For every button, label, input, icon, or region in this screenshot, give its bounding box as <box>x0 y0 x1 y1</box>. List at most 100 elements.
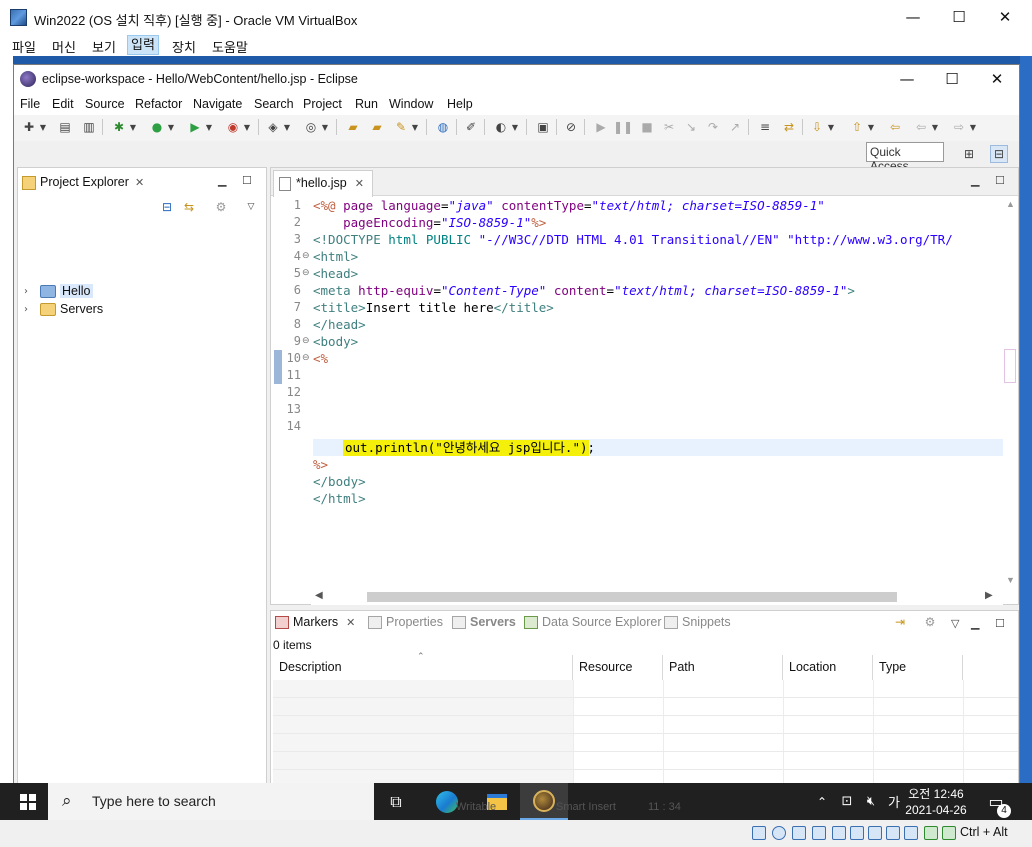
tab-snippets[interactable]: Snippets <box>664 615 731 629</box>
forward-dropdown-icon[interactable]: ▼ <box>968 118 978 136</box>
tab-properties[interactable]: Properties <box>368 615 443 629</box>
optical-drive-icon[interactable] <box>772 826 786 840</box>
vbox-menu-devices[interactable]: 장치 <box>172 37 196 56</box>
maximize-icon[interactable]: ☐ <box>936 0 982 34</box>
tab-servers[interactable]: Servers <box>452 615 516 629</box>
tree-item-servers[interactable]: › Servers <box>24 300 103 318</box>
task-view-icon[interactable]: ⧉ <box>378 783 414 820</box>
new-java-project-dropdown-icon[interactable]: ▼ <box>282 118 292 136</box>
tab-markers[interactable]: Markers ✕ <box>275 615 355 629</box>
last-edit-icon[interactable]: ⇦ <box>886 118 904 136</box>
recording-icon[interactable] <box>886 826 900 840</box>
filter-icon[interactable]: ⚙ <box>212 198 230 216</box>
menu-help[interactable]: Help <box>447 97 473 111</box>
previous-annotation-icon[interactable]: ⇧ <box>848 118 866 136</box>
minimize-editor-icon[interactable]: ▁ <box>971 174 979 187</box>
hard-disk-icon[interactable] <box>752 826 766 840</box>
server-status-dropdown-icon[interactable]: ▼ <box>510 118 520 136</box>
new-icon[interactable]: ✚ <box>20 118 38 136</box>
scroll-up-icon[interactable]: ▲ <box>1006 199 1015 209</box>
menu-source[interactable]: Source <box>85 97 125 111</box>
close-icon[interactable]: ✕ <box>135 177 144 189</box>
close-icon[interactable]: ✕ <box>346 617 355 629</box>
menu-file[interactable]: File <box>20 97 40 111</box>
console-icon[interactable]: ▣ <box>534 118 552 136</box>
next-annotation-icon[interactable]: ⇩ <box>808 118 826 136</box>
maximize-editor-icon[interactable]: ☐ <box>995 174 1005 187</box>
globe-icon[interactable]: ◍ <box>434 118 452 136</box>
vbox-menu-view[interactable]: 보기 <box>92 37 116 56</box>
debug-dropdown-icon[interactable]: ▼ <box>128 118 138 136</box>
tab-project-explorer[interactable]: Project Explorer ✕ <box>18 170 150 196</box>
filter-icon[interactable]: ⚙ <box>921 613 939 631</box>
new-class-dropdown-icon[interactable]: ▼ <box>320 118 330 136</box>
run-server-dropdown-icon[interactable]: ▼ <box>204 118 214 136</box>
vertical-scrollbar[interactable]: ▲ ▼ <box>1003 197 1017 589</box>
horizontal-scrollbar[interactable]: ◀ ▶ <box>311 589 1003 605</box>
minimize-view-icon[interactable]: ▁ <box>218 174 226 187</box>
fold-icon[interactable]: ⊖ <box>302 353 310 363</box>
code-area[interactable]: <%@ page language="java" contentType="te… <box>313 197 1003 589</box>
collapse-all-icon[interactable]: ⊟ <box>158 198 176 216</box>
close-icon[interactable]: ✕ <box>355 178 364 190</box>
run-dropdown-icon[interactable]: ▼ <box>166 118 176 136</box>
run-server-icon[interactable]: ▶ <box>186 118 204 136</box>
tab-hello-jsp[interactable]: *hello.jsp ✕ <box>273 170 373 197</box>
menu-edit[interactable]: Edit <box>52 97 74 111</box>
disconnect-icon[interactable]: ✂ <box>660 118 678 136</box>
maximize-view-icon[interactable]: ☐ <box>995 617 1005 630</box>
scrollbar-thumb[interactable] <box>367 592 897 602</box>
step-over-icon[interactable]: ↷ <box>704 118 722 136</box>
scroll-right-icon[interactable]: ▶ <box>985 590 993 601</box>
maximize-view-icon[interactable]: ☐ <box>242 174 252 187</box>
minimize-view-icon[interactable]: ▁ <box>971 617 979 630</box>
scrollbar-thumb[interactable] <box>1004 349 1016 383</box>
forward-icon[interactable]: ⇨ <box>950 118 968 136</box>
save-icon[interactable]: ▤ <box>56 118 74 136</box>
annotation-icon[interactable]: ✐ <box>462 118 480 136</box>
start-button[interactable] <box>8 783 48 820</box>
mark-occurrences-icon[interactable]: ⇄ <box>780 118 798 136</box>
taskbar-clock[interactable]: 오전 12:46 2021-04-26 <box>900 786 972 818</box>
external-tools-icon[interactable]: ◉ <box>224 118 242 136</box>
fold-icon[interactable]: ⊖ <box>302 336 310 346</box>
new-class-icon[interactable]: ◎ <box>302 118 320 136</box>
menu-navigate[interactable]: Navigate <box>193 97 242 111</box>
quick-access-field[interactable]: Quick Access <box>866 142 944 173</box>
vbox-menu-help[interactable]: 도움말 <box>212 37 248 56</box>
link-editor-icon[interactable]: ⇆ <box>180 198 198 216</box>
new-dropdown-icon[interactable]: ▼ <box>38 118 48 136</box>
network-adapter-icon[interactable] <box>812 826 826 840</box>
menu-project[interactable]: Project <box>303 97 342 111</box>
eclipse-minimize-icon[interactable]: — <box>884 65 930 93</box>
terminate-icon[interactable]: ■ <box>638 118 656 136</box>
step-return-icon[interactable]: ↗ <box>726 118 744 136</box>
menu-window[interactable]: Window <box>389 97 433 111</box>
chevron-up-icon[interactable]: ⌃ <box>812 783 832 820</box>
chevron-right-icon[interactable]: › <box>24 304 36 315</box>
display-icon[interactable] <box>868 826 882 840</box>
focus-icon[interactable]: ⇥ <box>891 613 909 631</box>
eclipse-close-icon[interactable]: ✕ <box>974 65 1020 93</box>
step-into-icon[interactable]: ↘ <box>682 118 700 136</box>
vbox-menu-input[interactable]: 입력 <box>127 35 159 55</box>
column-resource[interactable]: Resource <box>573 655 663 680</box>
audio-icon[interactable] <box>792 826 806 840</box>
usb-icon[interactable] <box>832 826 846 840</box>
cpu-icon[interactable] <box>924 826 938 840</box>
tab-data-source-explorer[interactable]: Data Source Explorer <box>524 615 662 629</box>
network-icon[interactable]: ⊡ <box>836 783 858 820</box>
virtualization-icon[interactable] <box>904 826 918 840</box>
menu-refactor[interactable]: Refactor <box>135 97 182 111</box>
next-annotation-dropdown-icon[interactable]: ▼ <box>826 118 836 136</box>
menu-run[interactable]: Run <box>355 97 378 111</box>
server-status-icon[interactable]: ◐ <box>492 118 510 136</box>
view-menu-icon[interactable]: ▽ <box>242 198 260 216</box>
scroll-down-icon[interactable]: ▼ <box>1006 575 1015 585</box>
column-type[interactable]: Type <box>873 655 963 680</box>
close-icon[interactable]: ✕ <box>982 0 1028 34</box>
tree-item-hello[interactable]: › Hello <box>24 282 93 300</box>
shared-folders-icon[interactable] <box>850 826 864 840</box>
vbox-menu-machine[interactable]: 머신 <box>52 37 76 56</box>
run-icon[interactable]: ● <box>148 118 166 136</box>
